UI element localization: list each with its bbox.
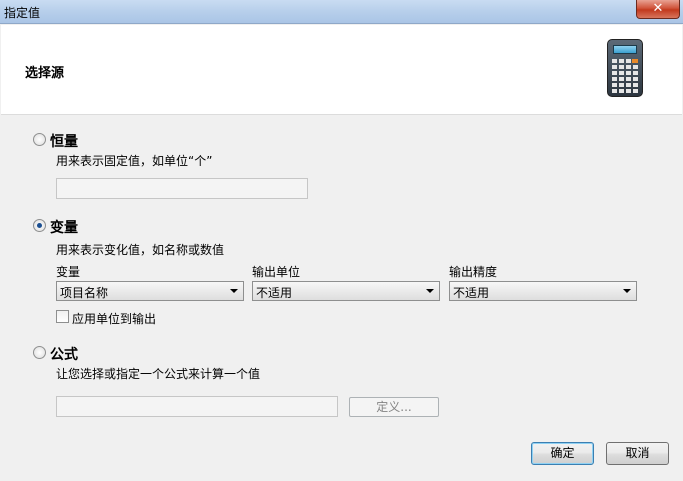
formula-radio[interactable] bbox=[33, 346, 46, 359]
apply-unit-label: 应用单位到输出 bbox=[72, 312, 157, 326]
formula-description: 让您选择或指定一个公式来计算一个值 bbox=[56, 367, 261, 381]
apply-unit-checkbox[interactable] bbox=[56, 310, 69, 323]
title-bar: 指定值 bbox=[0, 0, 683, 24]
precision-select-value: 不适用 bbox=[453, 286, 490, 300]
unit-label: 输出单位 bbox=[252, 265, 301, 279]
variable-select[interactable]: 项目名称 bbox=[56, 281, 244, 301]
cancel-button[interactable]: 取消 bbox=[606, 442, 669, 465]
variable-label: 变量 bbox=[56, 265, 81, 279]
constant-value-input[interactable] bbox=[56, 178, 308, 199]
formula-input[interactable] bbox=[56, 396, 338, 417]
calculator-icon bbox=[607, 39, 643, 97]
variable-radio[interactable] bbox=[33, 219, 46, 232]
constant-description: 用来表示固定值，如单位“个” bbox=[56, 154, 213, 168]
close-button[interactable]: ✕ bbox=[636, 0, 680, 19]
chevron-down-icon bbox=[230, 289, 238, 293]
unit-select-value: 不适用 bbox=[256, 286, 293, 300]
minimize-icon[interactable] bbox=[598, 6, 608, 10]
precision-label: 输出精度 bbox=[449, 265, 498, 279]
define-button[interactable]: 定义... bbox=[349, 397, 439, 417]
constant-title: 恒量 bbox=[50, 134, 78, 150]
variable-select-value: 项目名称 bbox=[60, 286, 109, 300]
precision-select[interactable]: 不适用 bbox=[449, 281, 637, 301]
chevron-down-icon bbox=[623, 289, 631, 293]
chevron-down-icon bbox=[426, 289, 434, 293]
unit-select[interactable]: 不适用 bbox=[252, 281, 440, 301]
formula-title: 公式 bbox=[50, 347, 78, 363]
variable-title: 变量 bbox=[50, 220, 78, 236]
header-title: 选择源 bbox=[25, 66, 65, 81]
window-title: 指定值 bbox=[4, 6, 41, 20]
ok-button[interactable]: 确定 bbox=[531, 442, 594, 465]
dialog-header: 选择源 bbox=[1, 25, 682, 115]
variable-description: 用来表示变化值，如名称或数值 bbox=[56, 243, 225, 257]
constant-radio[interactable] bbox=[33, 133, 46, 146]
